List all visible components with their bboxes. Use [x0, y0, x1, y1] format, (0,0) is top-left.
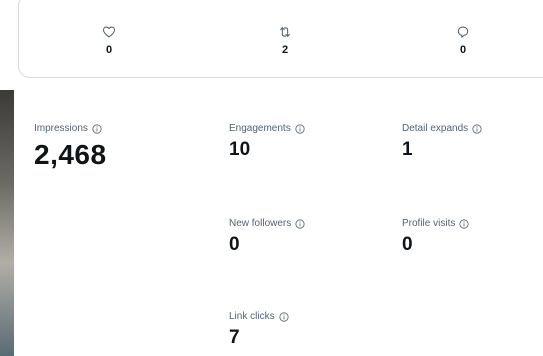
impressions-metric: Impressions 2,468 [34, 123, 107, 171]
detail-expands-value: 1 [402, 139, 413, 160]
new-followers-metric: New followers 0 [229, 218, 305, 256]
repost-icon [280, 27, 290, 37]
heart-icon [102, 26, 116, 38]
engagements-value: 10 [229, 139, 251, 160]
background-image-edge [0, 90, 14, 356]
likes-stat[interactable]: 0 [89, 25, 129, 56]
link-clicks-value: 7 [229, 327, 240, 348]
link-clicks-label: Link clicks [229, 311, 275, 322]
info-icon[interactable] [295, 219, 305, 229]
engagements-label: Engagements [229, 123, 291, 134]
impressions-label: Impressions [34, 123, 88, 134]
new-followers-label: New followers [229, 218, 292, 229]
reposts-count: 2 [281, 44, 289, 56]
info-icon[interactable] [472, 124, 482, 134]
profile-visits-metric: Profile visits 0 [402, 218, 469, 256]
replies-stat[interactable]: 0 [443, 25, 483, 56]
engagement-summary-card: 0 2 0 [18, 0, 543, 78]
profile-visits-label: Profile visits [402, 218, 456, 229]
likes-count: 0 [105, 44, 113, 56]
link-clicks-metric: Link clicks 7 [229, 311, 289, 349]
info-icon[interactable] [278, 312, 289, 322]
info-icon[interactable] [295, 124, 305, 134]
reply-icon [457, 26, 469, 38]
impressions-value: 2,468 [34, 139, 107, 170]
new-followers-value: 0 [229, 234, 240, 255]
detail-expands-label: Detail expands [402, 123, 469, 134]
detail-expands-metric: Detail expands 1 [402, 123, 482, 161]
reposts-stat[interactable]: 2 [265, 25, 305, 56]
replies-count: 0 [459, 44, 467, 56]
engagements-metric: Engagements 10 [229, 123, 305, 161]
info-icon[interactable] [459, 219, 469, 229]
profile-visits-value: 0 [402, 234, 413, 255]
info-icon[interactable] [92, 124, 102, 134]
